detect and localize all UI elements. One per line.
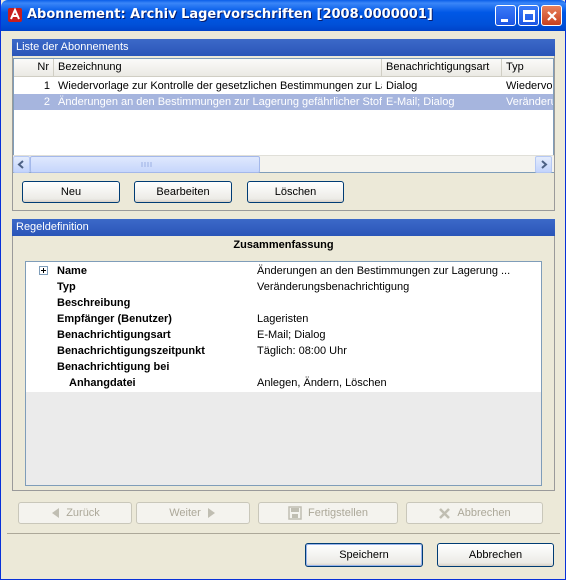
expand-icon[interactable] — [39, 266, 48, 275]
new-button[interactable]: Neu — [22, 181, 120, 203]
column-benachrichtigungsart[interactable]: Benachrichtigungsart — [382, 59, 502, 77]
title-bar[interactable]: Abonnement: Archiv Lagervorschriften [20… — [1, 0, 566, 31]
summary-row-benachrichtigung-bei: Benachrichtigung bei — [57, 361, 170, 373]
cancel-button[interactable]: Abbrechen — [437, 543, 554, 567]
rule-definition-header: Regeldefinition — [12, 219, 555, 236]
subscription-list-header: Liste der Abonnements — [12, 39, 555, 56]
maximize-button[interactable] — [518, 5, 539, 26]
summary-row-beschreibung: Beschreibung — [57, 297, 131, 309]
cell-art: E-Mail; Dialog — [386, 96, 455, 108]
cell-typ: Veränderungsbenachrichtigung — [506, 96, 553, 108]
close-icon — [547, 11, 557, 21]
column-bezeichnung[interactable]: Bezeichnung — [54, 59, 382, 77]
back-button[interactable]: Zurück — [18, 502, 132, 524]
column-nr[interactable]: Nr — [14, 59, 54, 77]
summary-row-empfaenger: Empfänger (Benutzer) Lageristen — [57, 313, 309, 325]
summary-list: Name Änderungen an den Bestimmungen zur … — [26, 262, 541, 392]
summary-row-typ: Typ Veränderungsbenachrichtigung — [57, 281, 410, 293]
scroll-left-button[interactable] — [13, 156, 30, 173]
edit-button[interactable]: Bearbeiten — [134, 181, 232, 203]
app-icon — [8, 7, 22, 22]
summary-row-benachrichtigungsart: Benachrichtigungsart E-Mail; Dialog — [57, 329, 326, 341]
grip-icon — [141, 162, 152, 167]
minimize-icon — [501, 19, 508, 22]
close-icon — [439, 507, 451, 519]
summary-row-name[interactable]: Name Änderungen an den Bestimmungen zur … — [26, 263, 541, 279]
arrow-left-icon — [17, 160, 24, 169]
maximize-icon — [523, 10, 535, 22]
delete-button[interactable]: Löschen — [247, 181, 344, 203]
cell-typ: Wiedervorlage — [506, 80, 553, 92]
window-title: Abonnement: Archiv Lagervorschriften [20… — [27, 7, 433, 22]
arrow-left-icon — [52, 508, 60, 519]
scroll-thumb[interactable] — [30, 156, 260, 173]
table-row-selected[interactable]: 2 Änderungen an den Bestimmungen zur Lag… — [14, 94, 553, 110]
divider — [7, 533, 560, 534]
table-row[interactable]: 1 Wiedervorlage zur Kontrolle der gesetz… — [14, 78, 553, 94]
summary-row-anhangdatei: Anhangdatei Anlegen, Ändern, Löschen — [69, 377, 387, 389]
summary-row-zeitpunkt: Benachrichtigungszeitpunkt Täglich: 08:0… — [57, 345, 347, 357]
minimize-button[interactable] — [495, 5, 516, 26]
close-button[interactable] — [541, 5, 562, 26]
cell-bezeichnung: Wiedervorlage zur Kontrolle der gesetzli… — [58, 80, 382, 92]
horizontal-scrollbar[interactable] — [13, 155, 554, 173]
list-header: Nr Bezeichnung Benachrichtigungsart Typ — [14, 59, 553, 77]
column-typ[interactable]: Typ — [502, 59, 553, 77]
abort-button[interactable]: Abbrechen — [406, 502, 543, 524]
finish-button[interactable]: Fertigstellen — [258, 502, 398, 524]
summary-panel[interactable]: Name Änderungen an den Bestimmungen zur … — [25, 261, 542, 486]
cell-nr: 2 — [43, 96, 50, 108]
cell-nr: 1 — [43, 80, 50, 92]
cell-art: Dialog — [386, 80, 418, 92]
cell-bezeichnung: Änderungen an den Bestimmungen zur Lager… — [58, 96, 382, 108]
scroll-right-button[interactable] — [535, 156, 552, 173]
arrow-right-icon — [541, 160, 548, 169]
arrow-right-icon — [207, 508, 215, 519]
save-button[interactable]: Speichern — [305, 543, 423, 567]
subscription-dialog: Abonnement: Archiv Lagervorschriften [20… — [0, 0, 566, 580]
summary-title: Zusammenfassung — [233, 239, 334, 251]
next-button[interactable]: Weiter — [136, 502, 250, 524]
save-icon — [288, 506, 302, 520]
